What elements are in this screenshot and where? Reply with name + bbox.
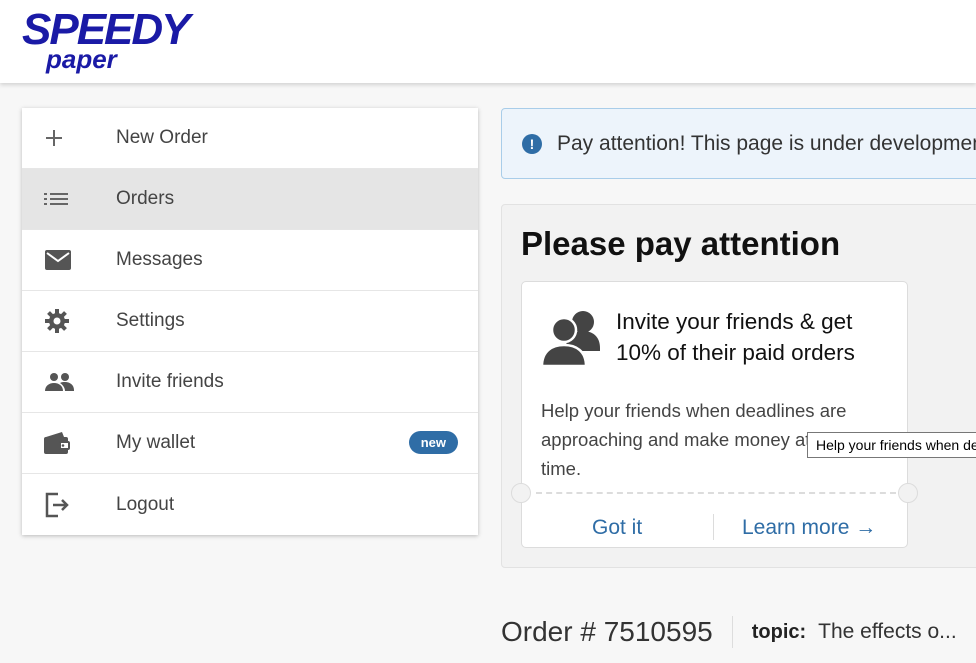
gear-icon <box>22 308 116 334</box>
sidebar-item-invite-friends[interactable]: Invite friends <box>22 352 478 413</box>
attention-panel: Please pay attention Invite your friends… <box>501 204 976 568</box>
people-icon <box>22 372 116 392</box>
new-badge: new <box>408 431 458 454</box>
sidebar-item-settings[interactable]: Settings <box>22 291 478 352</box>
envelope-icon <box>22 249 116 271</box>
got-it-button[interactable]: Got it <box>592 516 642 540</box>
order-header: Order # 7510595 topic: The effects o... <box>501 612 957 652</box>
tooltip: Help your friends when deadlines are app… <box>807 432 976 458</box>
wallet-icon <box>22 431 116 455</box>
sidebar-item-label: Invite friends <box>116 371 224 392</box>
users-icon <box>540 306 606 373</box>
card-divider <box>536 492 896 494</box>
card-notch-right <box>898 483 918 503</box>
panel-title: Please pay attention <box>521 225 841 262</box>
card-heading: Invite your friends & get 10% of their p… <box>616 309 855 365</box>
order-separator <box>731 616 733 648</box>
learn-more-link[interactable]: Learn more → <box>742 516 876 540</box>
sidebar-item-label: New Order <box>116 127 208 148</box>
sidebar-item-label: Settings <box>116 310 185 331</box>
list-icon <box>22 189 116 209</box>
sidebar-item-logout[interactable]: Logout <box>22 474 478 535</box>
invite-friends-card: Invite your friends & get 10% of their p… <box>511 281 918 548</box>
topic-value: The effects o... <box>818 620 957 643</box>
plus-icon <box>22 128 116 148</box>
sidebar-item-messages[interactable]: Messages <box>22 230 478 291</box>
sidebar-item-orders[interactable]: Orders <box>22 169 478 230</box>
logo-text-sub: paper <box>45 44 119 74</box>
card-footer: Got it Learn more → <box>522 508 907 548</box>
card-notch-left <box>511 483 531 503</box>
exclamation-icon: ! <box>522 133 542 154</box>
sidebar-item-label: Logout <box>116 493 175 515</box>
header: SPEEDY paper <box>0 0 976 83</box>
sidebar-item-my-wallet[interactable]: My wallet new <box>22 413 478 474</box>
topic-label: topic: <box>751 620 807 643</box>
sidebar-item-label: Orders <box>116 188 175 209</box>
speedy-paper-logo[interactable]: SPEEDY paper <box>22 6 222 76</box>
sidebar-item-new-order[interactable]: New Order <box>22 108 478 169</box>
development-alert: ! Pay attention! This page is under deve… <box>501 108 976 179</box>
sidebar-item-label: My wallet <box>116 432 196 453</box>
sidebar-item-label: Messages <box>116 249 203 270</box>
footer-separator <box>713 514 714 540</box>
order-number: Order # 7510595 <box>501 616 713 647</box>
sidebar-menu: New Order Orders Messages Settings Invit… <box>22 108 478 535</box>
logout-icon <box>22 492 116 518</box>
alert-text: Pay attention! This page is under develo… <box>557 131 976 155</box>
